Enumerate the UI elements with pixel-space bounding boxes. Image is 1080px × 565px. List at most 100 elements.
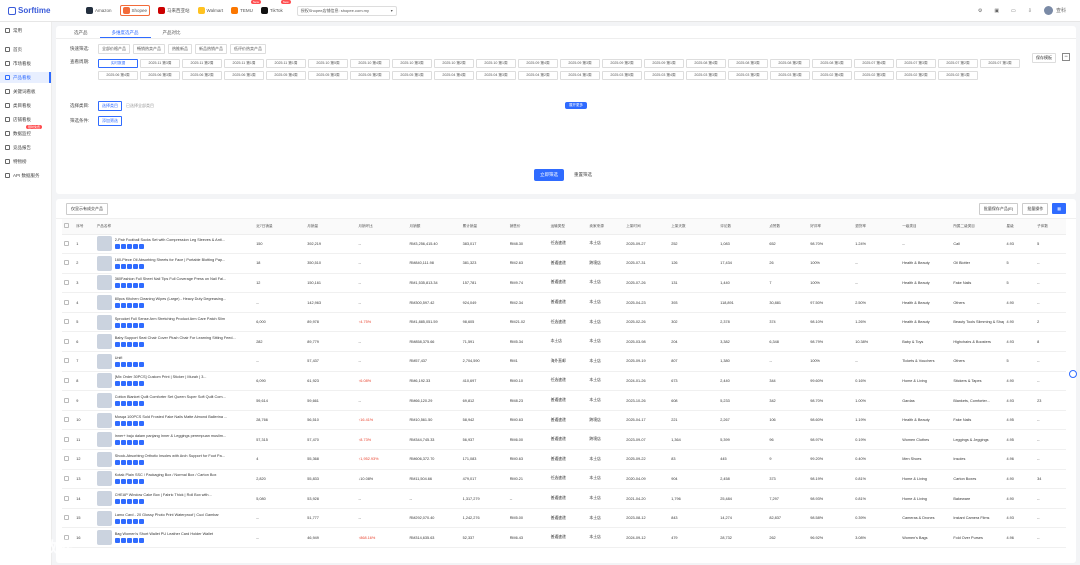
column-header[interactable]: 卖家来源 xyxy=(587,219,625,235)
row-checkbox-cell[interactable] xyxy=(62,371,75,392)
user-menu[interactable]: 查科 xyxy=(1043,6,1066,15)
action-icon[interactable] xyxy=(120,459,126,465)
action-icon[interactable] xyxy=(126,303,132,309)
column-header[interactable]: 运输类型 xyxy=(548,219,588,235)
action-icon[interactable] xyxy=(114,244,120,250)
action-icon[interactable] xyxy=(126,518,132,524)
period-button[interactable]: 2025.11 第1周 xyxy=(224,59,264,68)
action-icon[interactable] xyxy=(138,381,144,387)
table-row[interactable]: 16 Bag Women's Short Wallet PU Leather Ca… xyxy=(62,527,1066,548)
table-row[interactable]: 15 Lamo Card - 20 Glossy Photo Print Wate… xyxy=(62,508,1066,529)
action-icon[interactable] xyxy=(126,361,132,367)
tab-0[interactable]: 选产品 xyxy=(62,26,100,38)
action-icon[interactable] xyxy=(132,459,138,465)
product-cell[interactable]: 160-Piece Oil Absorbing Sheets for Face … xyxy=(96,255,252,271)
checkbox[interactable] xyxy=(64,240,69,246)
action-icon[interactable] xyxy=(132,263,138,269)
period-button[interactable]: 2025.10 第4周 xyxy=(350,59,390,68)
period-button[interactable]: 2025.10 第2周 xyxy=(434,59,474,68)
product-cell[interactable]: Sprocket Full Sense Arm Stretching Produ… xyxy=(96,314,252,330)
period-button[interactable]: 2025.03 第3周 xyxy=(686,71,726,80)
reset-button[interactable]: 重置筛选 xyxy=(568,169,598,181)
shop-selector[interactable]: 授权Shopee店铺信息: shopee.com.my ▾ xyxy=(296,5,397,16)
row-checkbox-cell[interactable] xyxy=(62,488,75,509)
row-checkbox-cell[interactable] xyxy=(62,469,75,490)
period-button[interactable]: 2025.07 第3周 xyxy=(896,59,936,68)
action-icon[interactable] xyxy=(114,263,120,269)
row-checkbox-cell[interactable] xyxy=(62,429,75,451)
action-icon[interactable] xyxy=(132,283,138,289)
quick-filter-3[interactable]: 新品热销产品 xyxy=(195,44,227,54)
period-button[interactable]: 实时数据 xyxy=(98,59,138,68)
action-icon[interactable] xyxy=(120,283,126,289)
search-button[interactable]: 立即筛选 xyxy=(534,169,564,181)
platform-tab-3[interactable]: Walmart xyxy=(197,5,223,16)
row-checkbox-cell[interactable] xyxy=(62,449,75,470)
product-cell[interactable]: Kotak Plain SSC / Packaging Box / Normal… xyxy=(96,471,252,487)
checkbox[interactable] xyxy=(64,358,69,364)
column-header[interactable]: 子体数 xyxy=(1035,219,1066,235)
period-button[interactable]: 2025.04 第4周 xyxy=(434,71,474,80)
period-button[interactable]: 2025.02 第2周 xyxy=(896,71,936,80)
sidebar-item-0[interactable]: 常用 xyxy=(0,25,51,36)
action-icon[interactable] xyxy=(120,538,126,544)
action-icon[interactable] xyxy=(120,263,126,269)
row-checkbox-cell[interactable] xyxy=(62,410,75,431)
batch-ops-button[interactable]: 批量操作 xyxy=(1022,202,1049,215)
period-button[interactable]: 2025.09 第1周 xyxy=(644,59,684,68)
product-cell[interactable]: CHEAP Window Cake Box | Fabric Thick | R… xyxy=(96,491,252,507)
column-header[interactable]: 退货率 xyxy=(853,219,901,235)
column-header[interactable]: 序号 xyxy=(74,219,95,235)
column-header[interactable]: 上架天数 xyxy=(669,219,719,235)
period-button[interactable]: 2025.04 第3周 xyxy=(476,71,516,80)
action-icon[interactable] xyxy=(138,322,144,328)
row-checkbox-cell[interactable] xyxy=(62,312,75,333)
period-button[interactable]: 2025.05 第2周 xyxy=(350,71,390,80)
period-button[interactable]: 2025.04 第2周 xyxy=(518,71,558,80)
sidebar-item-1[interactable]: 首页 xyxy=(0,44,51,55)
action-icon[interactable] xyxy=(114,459,120,465)
period-button[interactable]: 2025.03 第2周 xyxy=(728,71,768,80)
period-button[interactable]: 2025.11 第3周 xyxy=(140,59,180,68)
action-icon[interactable] xyxy=(138,342,144,348)
sidebar-item-9[interactable]: 特物榜 xyxy=(0,156,51,167)
period-button[interactable]: 2025.02 第4周 xyxy=(812,71,852,80)
column-header[interactable]: 一级类目 xyxy=(900,219,952,235)
column-header[interactable]: 月销额 xyxy=(407,219,461,235)
column-header[interactable]: 所属二级类目 xyxy=(951,219,1005,235)
action-icon[interactable] xyxy=(126,381,132,387)
action-icon[interactable] xyxy=(132,518,138,524)
table-row[interactable]: 5 Sprocket Full Sense Arm Stretching Prod… xyxy=(62,312,1066,333)
table-row[interactable]: 12 Shock-Absorbing Orthotic Insoles with … xyxy=(62,449,1066,470)
product-cell[interactable]: Inner+ baju dalam panjang Inner & Leggin… xyxy=(96,432,252,448)
action-icon[interactable] xyxy=(132,303,138,309)
action-icon[interactable] xyxy=(120,499,126,505)
period-button[interactable]: 2025.02 第1周 xyxy=(938,71,978,80)
table-row[interactable]: 3 360Fashion Full Sheet Nail Tips Full Co… xyxy=(62,273,1066,294)
period-button[interactable]: 2025.03 第4周 xyxy=(644,71,684,80)
checkbox[interactable] xyxy=(64,279,69,285)
action-icon[interactable] xyxy=(114,440,120,446)
product-name[interactable]: 80pcs Kitchen Cleaning Wipes (Large) - H… xyxy=(115,297,251,301)
column-header[interactable]: 月销环比 xyxy=(356,219,408,235)
period-button[interactable]: 2025.09 第4周 xyxy=(518,59,558,68)
action-icon[interactable] xyxy=(120,303,126,309)
table-row[interactable]: 4 80pcs Kitchen Cleaning Wipes (Large) - … xyxy=(62,292,1066,313)
product-name[interactable]: Shock-Absorbing Orthotic Insoles with Ar… xyxy=(115,454,251,458)
quick-filter-0[interactable]: 全部价格产品 xyxy=(98,44,130,54)
platform-tab-4[interactable]: TEMU New xyxy=(231,0,261,16)
table-row[interactable]: 6 Baby Support Seat Chair Cover Plush Cha… xyxy=(62,331,1066,353)
save-template-button[interactable]: 保存模板 xyxy=(1032,53,1056,63)
action-icon[interactable] xyxy=(120,381,126,387)
row-checkbox-cell[interactable] xyxy=(62,508,75,529)
action-icon[interactable] xyxy=(138,401,144,407)
expand-more-button[interactable]: 展开更多 xyxy=(565,102,587,109)
action-icon[interactable] xyxy=(114,342,120,348)
sidebar-item-5[interactable]: 类目看板 xyxy=(0,100,51,111)
period-button[interactable]: 2025.05 第3周 xyxy=(308,71,348,80)
period-button[interactable]: 2025.05 第1周 xyxy=(392,71,432,80)
action-icon[interactable] xyxy=(126,499,132,505)
action-icon[interactable] xyxy=(120,518,126,524)
product-name[interactable]: Kotak Plain SSC / Packaging Box / Normal… xyxy=(115,473,251,477)
period-button[interactable]: 2025.10 第3周 xyxy=(392,59,432,68)
